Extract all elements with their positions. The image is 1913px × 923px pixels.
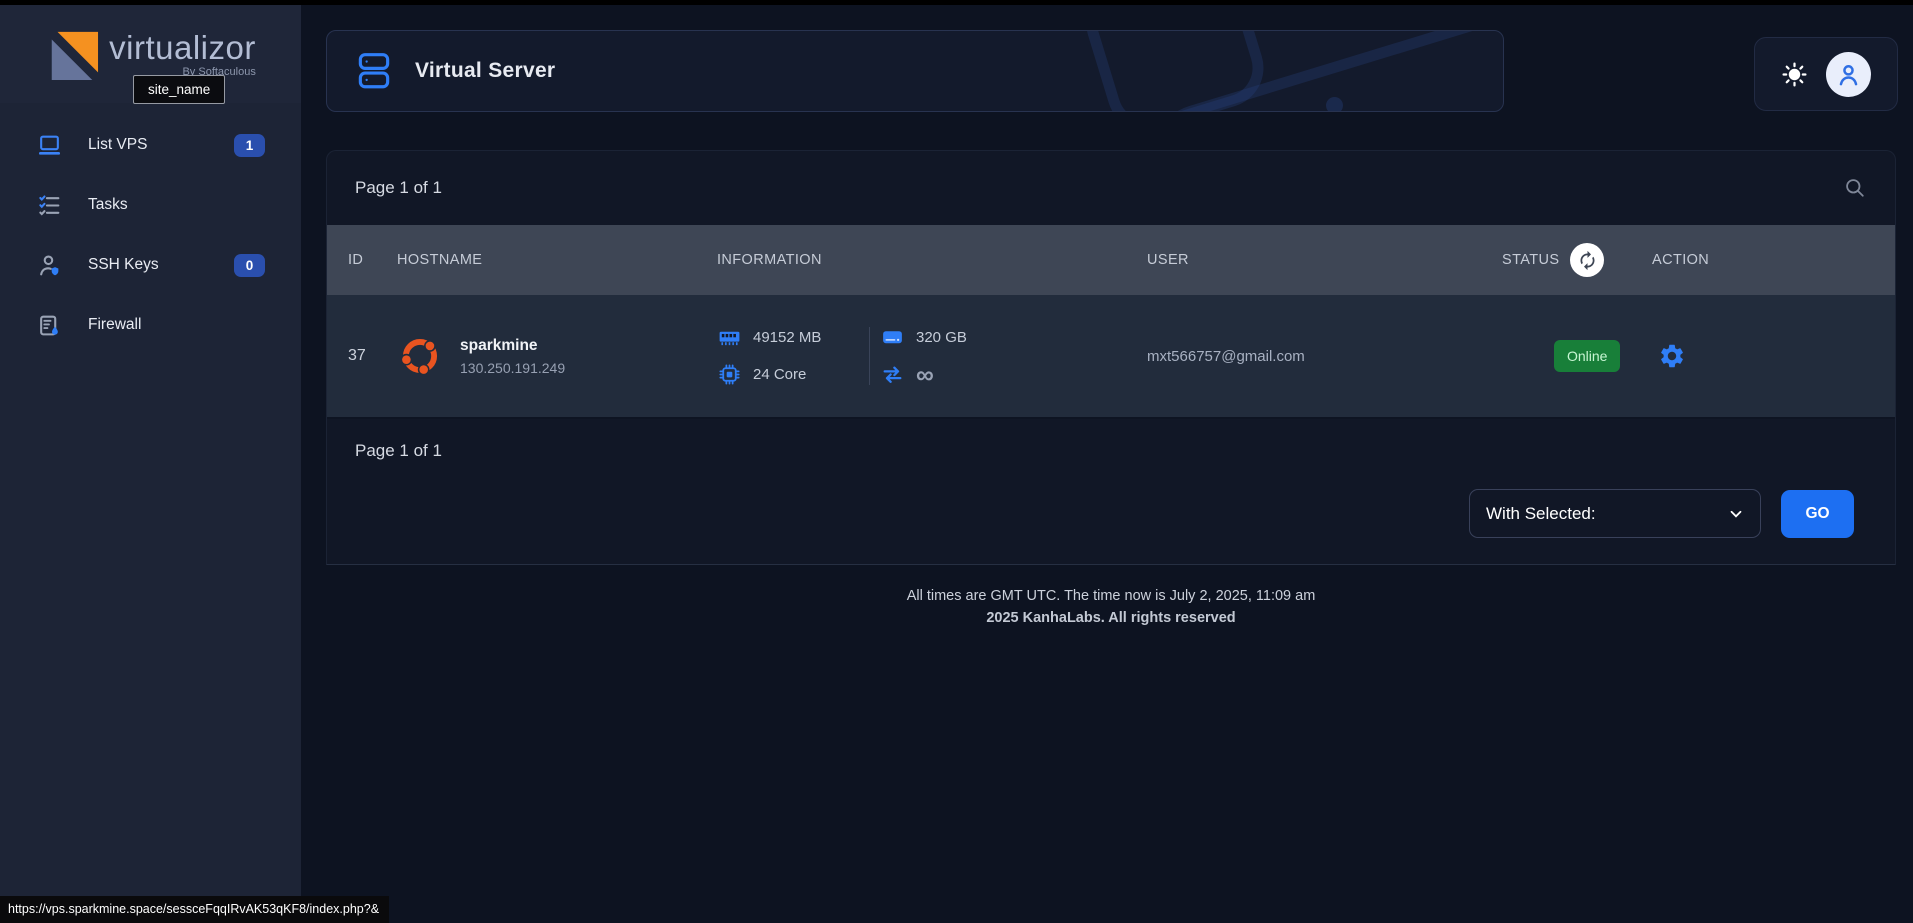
vps-ip-address: 130.250.191.249 bbox=[460, 360, 565, 376]
hostname-link[interactable]: sparkmine bbox=[460, 337, 565, 355]
topbar-widget bbox=[1754, 37, 1898, 111]
table-row: 37 sparkmine 130.250.191.249 bbox=[327, 295, 1895, 419]
sidebar-item-ssh-keys[interactable]: SSH Keys 0 bbox=[0, 241, 301, 289]
sidebar-item-label: SSH Keys bbox=[88, 256, 159, 274]
list-vps-count-badge: 1 bbox=[234, 134, 265, 157]
sidebar-nav: List VPS 1 Tasks SSH Keys 0 Firewall bbox=[0, 121, 301, 349]
person-icon bbox=[1835, 61, 1862, 88]
header-watermark bbox=[1077, 30, 1274, 112]
sidebar-item-tasks[interactable]: Tasks bbox=[0, 181, 301, 229]
sidebar-item-list-vps[interactable]: List VPS 1 bbox=[0, 121, 301, 169]
tasks-icon bbox=[36, 192, 62, 218]
manage-vps-gear-icon[interactable] bbox=[1658, 342, 1762, 370]
hostname-cell: sparkmine 130.250.191.249 bbox=[397, 333, 717, 379]
browser-status-url: https://vps.sparkmine.space/sessceFqqIRv… bbox=[0, 896, 389, 923]
page-title: Virtual Server bbox=[415, 59, 555, 83]
user-shield-icon bbox=[36, 252, 62, 278]
info-divider bbox=[869, 327, 870, 385]
ram-icon bbox=[717, 325, 742, 350]
disk-icon bbox=[880, 325, 905, 350]
ssh-keys-count-badge: 0 bbox=[234, 254, 265, 277]
vps-bandwidth-unlimited: ∞ bbox=[916, 365, 934, 385]
sidebar-item-label: Tasks bbox=[88, 196, 128, 214]
column-header-status: STATUS bbox=[1502, 243, 1652, 277]
vps-ram: 49152 MB bbox=[753, 329, 821, 346]
column-header-action: ACTION bbox=[1652, 252, 1762, 268]
browser-top-edge bbox=[0, 0, 1913, 5]
ubuntu-logo-icon bbox=[397, 333, 443, 379]
column-header-information: INFORMATION bbox=[717, 252, 1147, 268]
main-content: Virtual Server Page 1 of 1 ID HOSTNAME I… bbox=[301, 5, 1913, 923]
pagination-bottom: Page 1 of 1 bbox=[355, 441, 1867, 461]
search-icon[interactable] bbox=[1843, 176, 1867, 200]
laptop-icon bbox=[36, 132, 62, 158]
vps-disk: 320 GB bbox=[916, 329, 967, 346]
user-avatar[interactable] bbox=[1826, 52, 1871, 97]
column-header-id: ID bbox=[327, 252, 397, 268]
site-name-tooltip: site_name bbox=[133, 75, 225, 104]
status-cell: Online bbox=[1502, 340, 1652, 372]
table-topbar: Page 1 of 1 bbox=[327, 151, 1895, 225]
table-footer: Page 1 of 1 With Selected: GO bbox=[327, 419, 1895, 564]
sidebar-item-label: List VPS bbox=[88, 136, 147, 154]
status-header-label: STATUS bbox=[1502, 252, 1559, 268]
logo[interactable]: virtualizor By Softaculous site_name bbox=[0, 5, 301, 103]
column-header-hostname: HOSTNAME bbox=[397, 252, 717, 268]
pagination-top: Page 1 of 1 bbox=[355, 178, 442, 198]
footer-copyright: 2025 KanhaLabs. All rights reserved bbox=[326, 610, 1896, 626]
brand-name: virtualizor bbox=[109, 31, 256, 64]
bandwidth-icon bbox=[880, 362, 905, 387]
status-badge: Online bbox=[1554, 340, 1620, 372]
vps-cpu: 24 Core bbox=[753, 366, 806, 383]
information-cell: 49152 MB 24 Core 320 GB ∞ bbox=[717, 325, 1147, 387]
sidebar: virtualizor By Softaculous site_name Lis… bbox=[0, 5, 301, 923]
table-header-row: ID HOSTNAME INFORMATION USER STATUS ACTI… bbox=[327, 225, 1895, 295]
footer-time-text: All times are GMT UTC. The time now is J… bbox=[326, 588, 1896, 604]
sidebar-item-firewall[interactable]: Firewall bbox=[0, 301, 301, 349]
refresh-status-button[interactable] bbox=[1570, 243, 1604, 277]
column-header-user: USER bbox=[1147, 252, 1502, 268]
chevron-down-icon bbox=[1728, 506, 1744, 522]
virtualizor-logo-icon bbox=[45, 27, 99, 81]
vps-user-email: mxt566757@gmail.com bbox=[1147, 348, 1502, 365]
header-watermark bbox=[1136, 30, 1504, 112]
theme-toggle-sun-icon[interactable] bbox=[1781, 61, 1808, 88]
sidebar-item-label: Firewall bbox=[88, 316, 141, 334]
with-selected-select[interactable]: With Selected: bbox=[1469, 489, 1761, 538]
header-watermark-dot bbox=[1326, 97, 1343, 112]
action-cell bbox=[1652, 342, 1762, 370]
refresh-icon bbox=[1577, 250, 1598, 271]
server-icon bbox=[353, 50, 395, 92]
vps-table-panel: Page 1 of 1 ID HOSTNAME INFORMATION USER… bbox=[326, 150, 1896, 565]
with-selected-label: With Selected: bbox=[1486, 504, 1596, 524]
go-button[interactable]: GO bbox=[1781, 490, 1854, 538]
page-header-card: Virtual Server bbox=[326, 30, 1504, 112]
cpu-icon bbox=[717, 362, 742, 387]
vps-id: 37 bbox=[327, 347, 397, 365]
page-footer: All times are GMT UTC. The time now is J… bbox=[326, 588, 1896, 626]
firewall-icon bbox=[36, 312, 62, 338]
